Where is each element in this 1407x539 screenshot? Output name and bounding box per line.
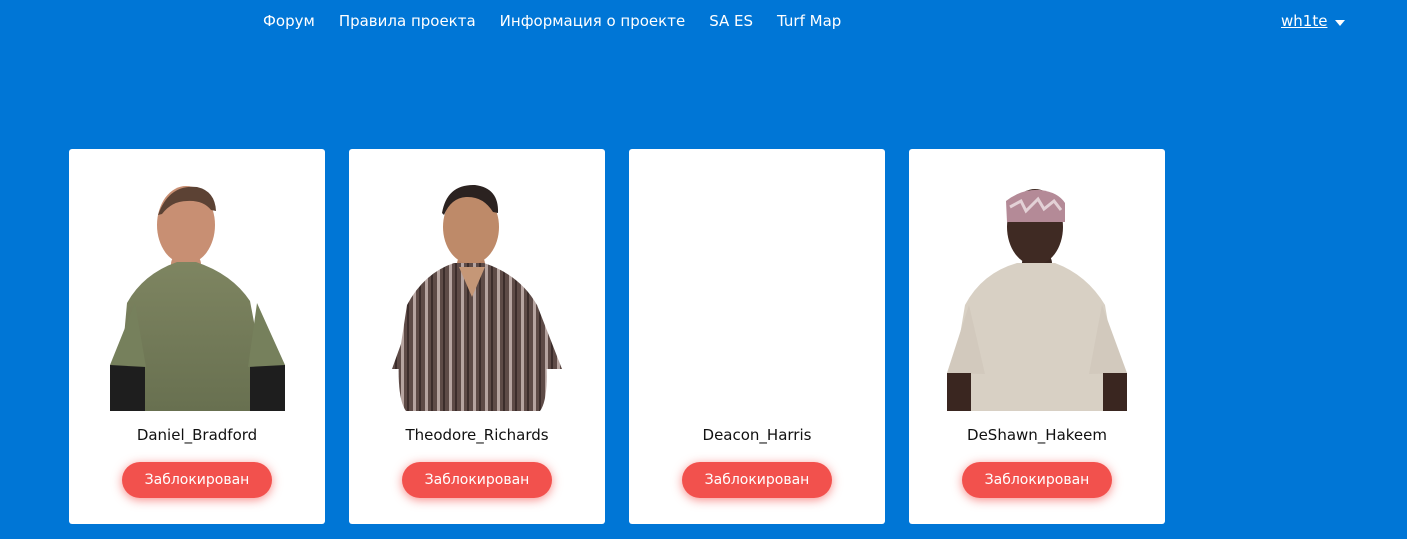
nav-saes-link[interactable]: SA ES <box>709 11 753 31</box>
character-avatar <box>377 179 577 411</box>
user-menu[interactable]: wh1te <box>1281 11 1346 31</box>
character-name: Theodore_Richards <box>405 426 549 444</box>
nav-forum-link[interactable]: Форум <box>263 11 315 31</box>
top-navigation: Форум Правила проекта Информация о проек… <box>263 11 841 31</box>
character-card-deacon: Deacon_Harris Заблокирован <box>629 149 885 524</box>
character-avatar <box>937 179 1137 411</box>
character-avatar <box>97 179 297 411</box>
status-button[interactable]: Заблокирован <box>682 462 832 498</box>
status-button[interactable]: Заблокирован <box>962 462 1112 498</box>
status-button[interactable]: Заблокирован <box>402 462 552 498</box>
chevron-down-icon[interactable] <box>1335 19 1346 26</box>
character-card-theodore: Theodore_Richards Заблокирован <box>349 149 605 524</box>
character-name: DeShawn_Hakeem <box>967 426 1107 444</box>
character-name: Deacon_Harris <box>702 426 812 444</box>
character-name: Daniel_Bradford <box>136 426 258 444</box>
character-avatar-empty <box>657 179 857 411</box>
nav-turfmap-link[interactable]: Turf Map <box>777 11 841 31</box>
username-link[interactable]: wh1te <box>1281 11 1327 31</box>
character-list: Daniel_Bradford Заблокирован Theodore_Ri… <box>69 149 1165 524</box>
nav-info-link[interactable]: Информация о проекте <box>500 11 686 31</box>
character-card-daniel: Daniel_Bradford Заблокирован <box>69 149 325 524</box>
status-button[interactable]: Заблокирован <box>122 462 272 498</box>
nav-rules-link[interactable]: Правила проекта <box>339 11 476 31</box>
character-card-deshawn: DeShawn_Hakeem Заблокирован <box>909 149 1165 524</box>
